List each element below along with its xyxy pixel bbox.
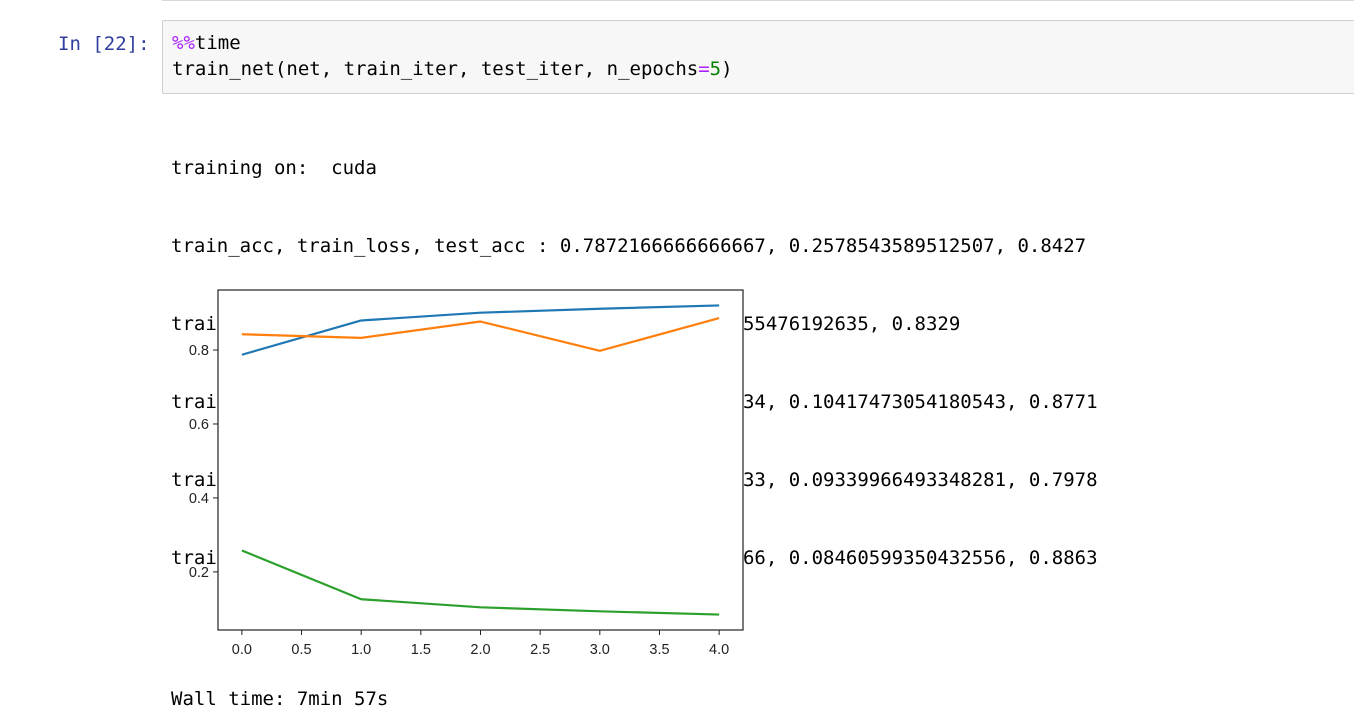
code-input-area[interactable]: %%time train_net(net, train_iter, test_i… xyxy=(162,20,1354,94)
x-tick-label: 2.5 xyxy=(530,642,550,658)
code-magic-prefix: %% xyxy=(172,32,195,54)
x-tick-label: 4.0 xyxy=(709,642,729,658)
plot-area-background xyxy=(218,290,743,630)
wall-time-output: Wall time: 7min 57s xyxy=(171,688,389,710)
x-tick-label: 3.0 xyxy=(590,642,610,658)
input-prompt: In [22]: xyxy=(58,33,150,55)
x-axis-ticks: 0.0 0.5 1.0 1.5 2.0 2.5 3.0 3.5 4.0 xyxy=(232,630,729,658)
code-equals: = xyxy=(698,58,710,80)
x-tick-label: 0.0 xyxy=(232,642,252,658)
code-magic-name: time xyxy=(194,32,241,54)
y-tick-label: 0.6 xyxy=(189,417,209,433)
y-tick-label: 0.4 xyxy=(189,491,209,507)
y-tick-label: 0.2 xyxy=(189,565,209,581)
cell-top-divider xyxy=(162,0,1354,1)
y-tick-label: 0.8 xyxy=(189,343,209,359)
training-metrics-chart: 0.0 0.5 1.0 1.5 2.0 2.5 3.0 3.5 4.0 0.2 0.4 0.6 0.8 xyxy=(189,289,744,658)
output-line: training on: cuda xyxy=(171,157,377,179)
x-tick-label: 1.5 xyxy=(411,642,431,658)
code-call-start: train_net(net, train_iter, test_iter, n_… xyxy=(172,58,699,80)
code-call-end: ) xyxy=(721,58,733,80)
x-tick-label: 3.5 xyxy=(649,642,669,658)
x-tick-label: 2.0 xyxy=(470,642,490,658)
code-text[interactable]: %%time train_net(net, train_iter, test_i… xyxy=(172,30,733,82)
x-tick-label: 1.0 xyxy=(351,642,371,658)
x-tick-label: 0.5 xyxy=(291,642,311,658)
code-epochs-value: 5 xyxy=(709,58,722,80)
output-line: train_acc, train_loss, test_acc : 0.7872… xyxy=(171,235,1087,257)
y-axis-ticks: 0.2 0.4 0.6 0.8 xyxy=(189,343,218,581)
